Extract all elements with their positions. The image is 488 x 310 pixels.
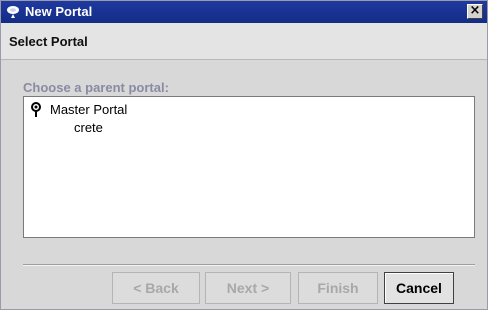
cancel-button[interactable]: Cancel <box>384 272 454 304</box>
next-button[interactable]: Next > <box>205 272 291 304</box>
button-separator <box>23 264 475 266</box>
close-button[interactable]: × <box>467 4 483 19</box>
new-portal-dialog: New Portal × Select Portal Choose a pare… <box>0 0 488 310</box>
finish-button[interactable]: Finish <box>298 272 378 304</box>
parent-portal-prompt: Choose a parent portal: <box>23 80 169 95</box>
tree-node-master-portal[interactable]: Master Portal <box>50 102 127 117</box>
window-title: New Portal <box>25 4 93 19</box>
step-header: Select Portal <box>1 23 487 60</box>
title-bar[interactable]: New Portal × <box>1 1 487 23</box>
pin-icon <box>31 102 41 117</box>
portal-pin-icon <box>7 6 19 18</box>
portal-tree[interactable]: Master Portal crete <box>23 96 475 238</box>
step-title: Select Portal <box>9 34 88 49</box>
tree-node-crete[interactable]: crete <box>74 120 103 135</box>
back-button[interactable]: < Back <box>112 272 200 304</box>
close-icon: × <box>469 3 481 18</box>
